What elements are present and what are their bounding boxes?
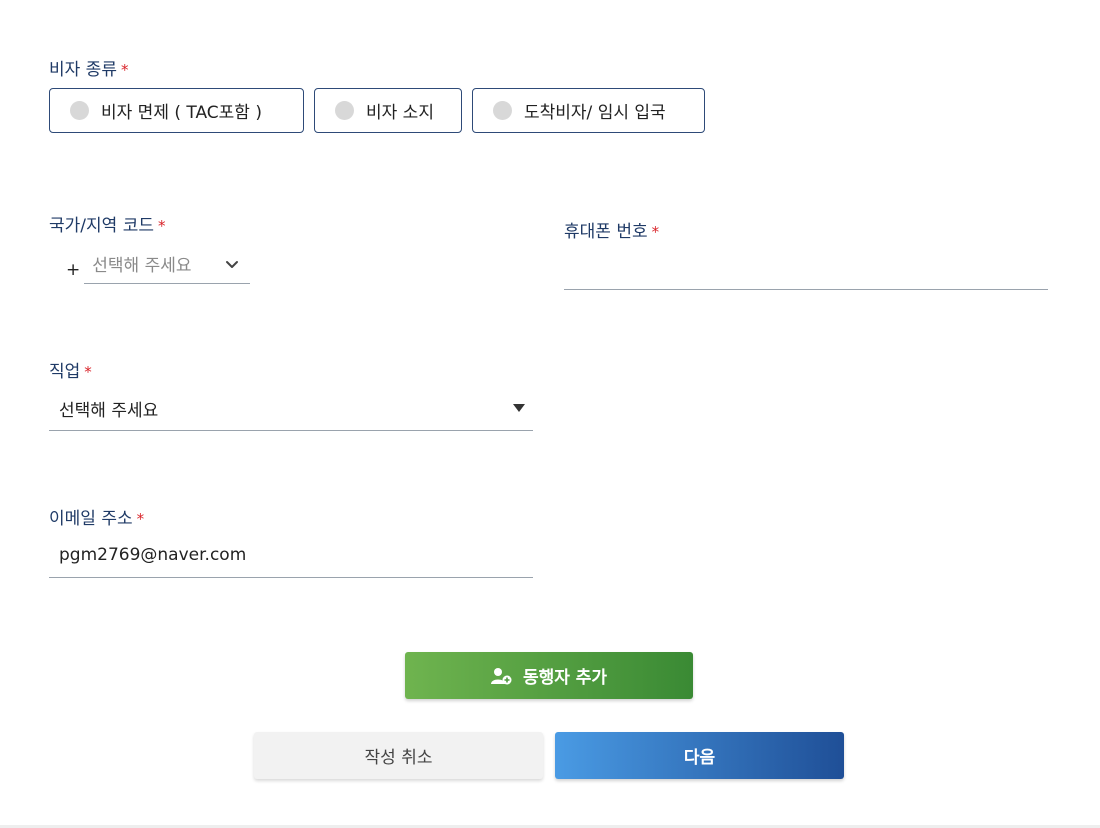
radio-circle-icon: [70, 101, 89, 120]
visa-option-holder[interactable]: 비자 소지: [314, 88, 462, 133]
country-code-field: + 선택해 주세요: [66, 250, 251, 284]
visa-type-radio-group: 비자 면제 ( TAC포함 ) 비자 소지 도착비자/ 임시 입국: [49, 88, 705, 133]
job-selected-value: 선택해 주세요: [59, 400, 159, 421]
country-code-select[interactable]: 선택해 주세요: [84, 250, 251, 284]
next-label: 다음: [683, 748, 716, 768]
add-user-icon: [490, 667, 512, 684]
email-value: pgm2769@naver.com: [59, 545, 247, 565]
country-code-label-text: 국가/지역 코드: [49, 216, 154, 236]
cancel-label: 작성 취소: [364, 748, 433, 768]
job-label-text: 직업: [49, 362, 81, 382]
visa-option-label: 비자 소지: [366, 103, 434, 123]
add-companion-label: 동행자 추가: [522, 668, 608, 688]
radio-circle-icon: [335, 101, 354, 120]
add-companion-button[interactable]: 동행자 추가: [405, 652, 693, 699]
required-mark: *: [120, 61, 129, 79]
caret-down-icon: [513, 404, 525, 412]
email-label: 이메일 주소 *: [49, 504, 144, 529]
country-code-label: 국가/지역 코드 *: [49, 211, 165, 236]
next-button[interactable]: 다음: [555, 732, 844, 779]
cancel-button[interactable]: 작성 취소: [254, 732, 543, 779]
visa-option-label: 비자 면제 ( TAC포함 ): [101, 103, 262, 123]
visa-type-label: 비자 종류 *: [49, 55, 128, 80]
country-code-placeholder: 선택해 주세요: [92, 256, 192, 276]
phone-label-text: 휴대폰 번호: [564, 222, 648, 242]
required-mark: *: [136, 510, 145, 528]
required-mark: *: [84, 363, 92, 381]
phone-input[interactable]: [564, 252, 1048, 288]
radio-circle-icon: [493, 101, 512, 120]
phone-input-underline: [564, 289, 1048, 290]
email-label-text: 이메일 주소: [49, 509, 133, 529]
job-label: 직업 *: [49, 357, 92, 382]
visa-type-label-text: 비자 종류: [49, 60, 117, 80]
visa-option-arrival[interactable]: 도착비자/ 임시 입국: [472, 88, 705, 133]
phone-label: 휴대폰 번호 *: [564, 217, 659, 242]
plus-prefix: +: [66, 260, 81, 280]
visa-option-label: 도착비자/ 임시 입국: [524, 103, 666, 123]
job-select[interactable]: 선택해 주세요: [49, 390, 533, 431]
chevron-down-icon: [226, 260, 239, 268]
required-mark: *: [157, 217, 166, 235]
required-mark: *: [651, 223, 660, 241]
visa-option-exempt[interactable]: 비자 면제 ( TAC포함 ): [49, 88, 304, 133]
email-input[interactable]: pgm2769@naver.com: [49, 537, 533, 578]
